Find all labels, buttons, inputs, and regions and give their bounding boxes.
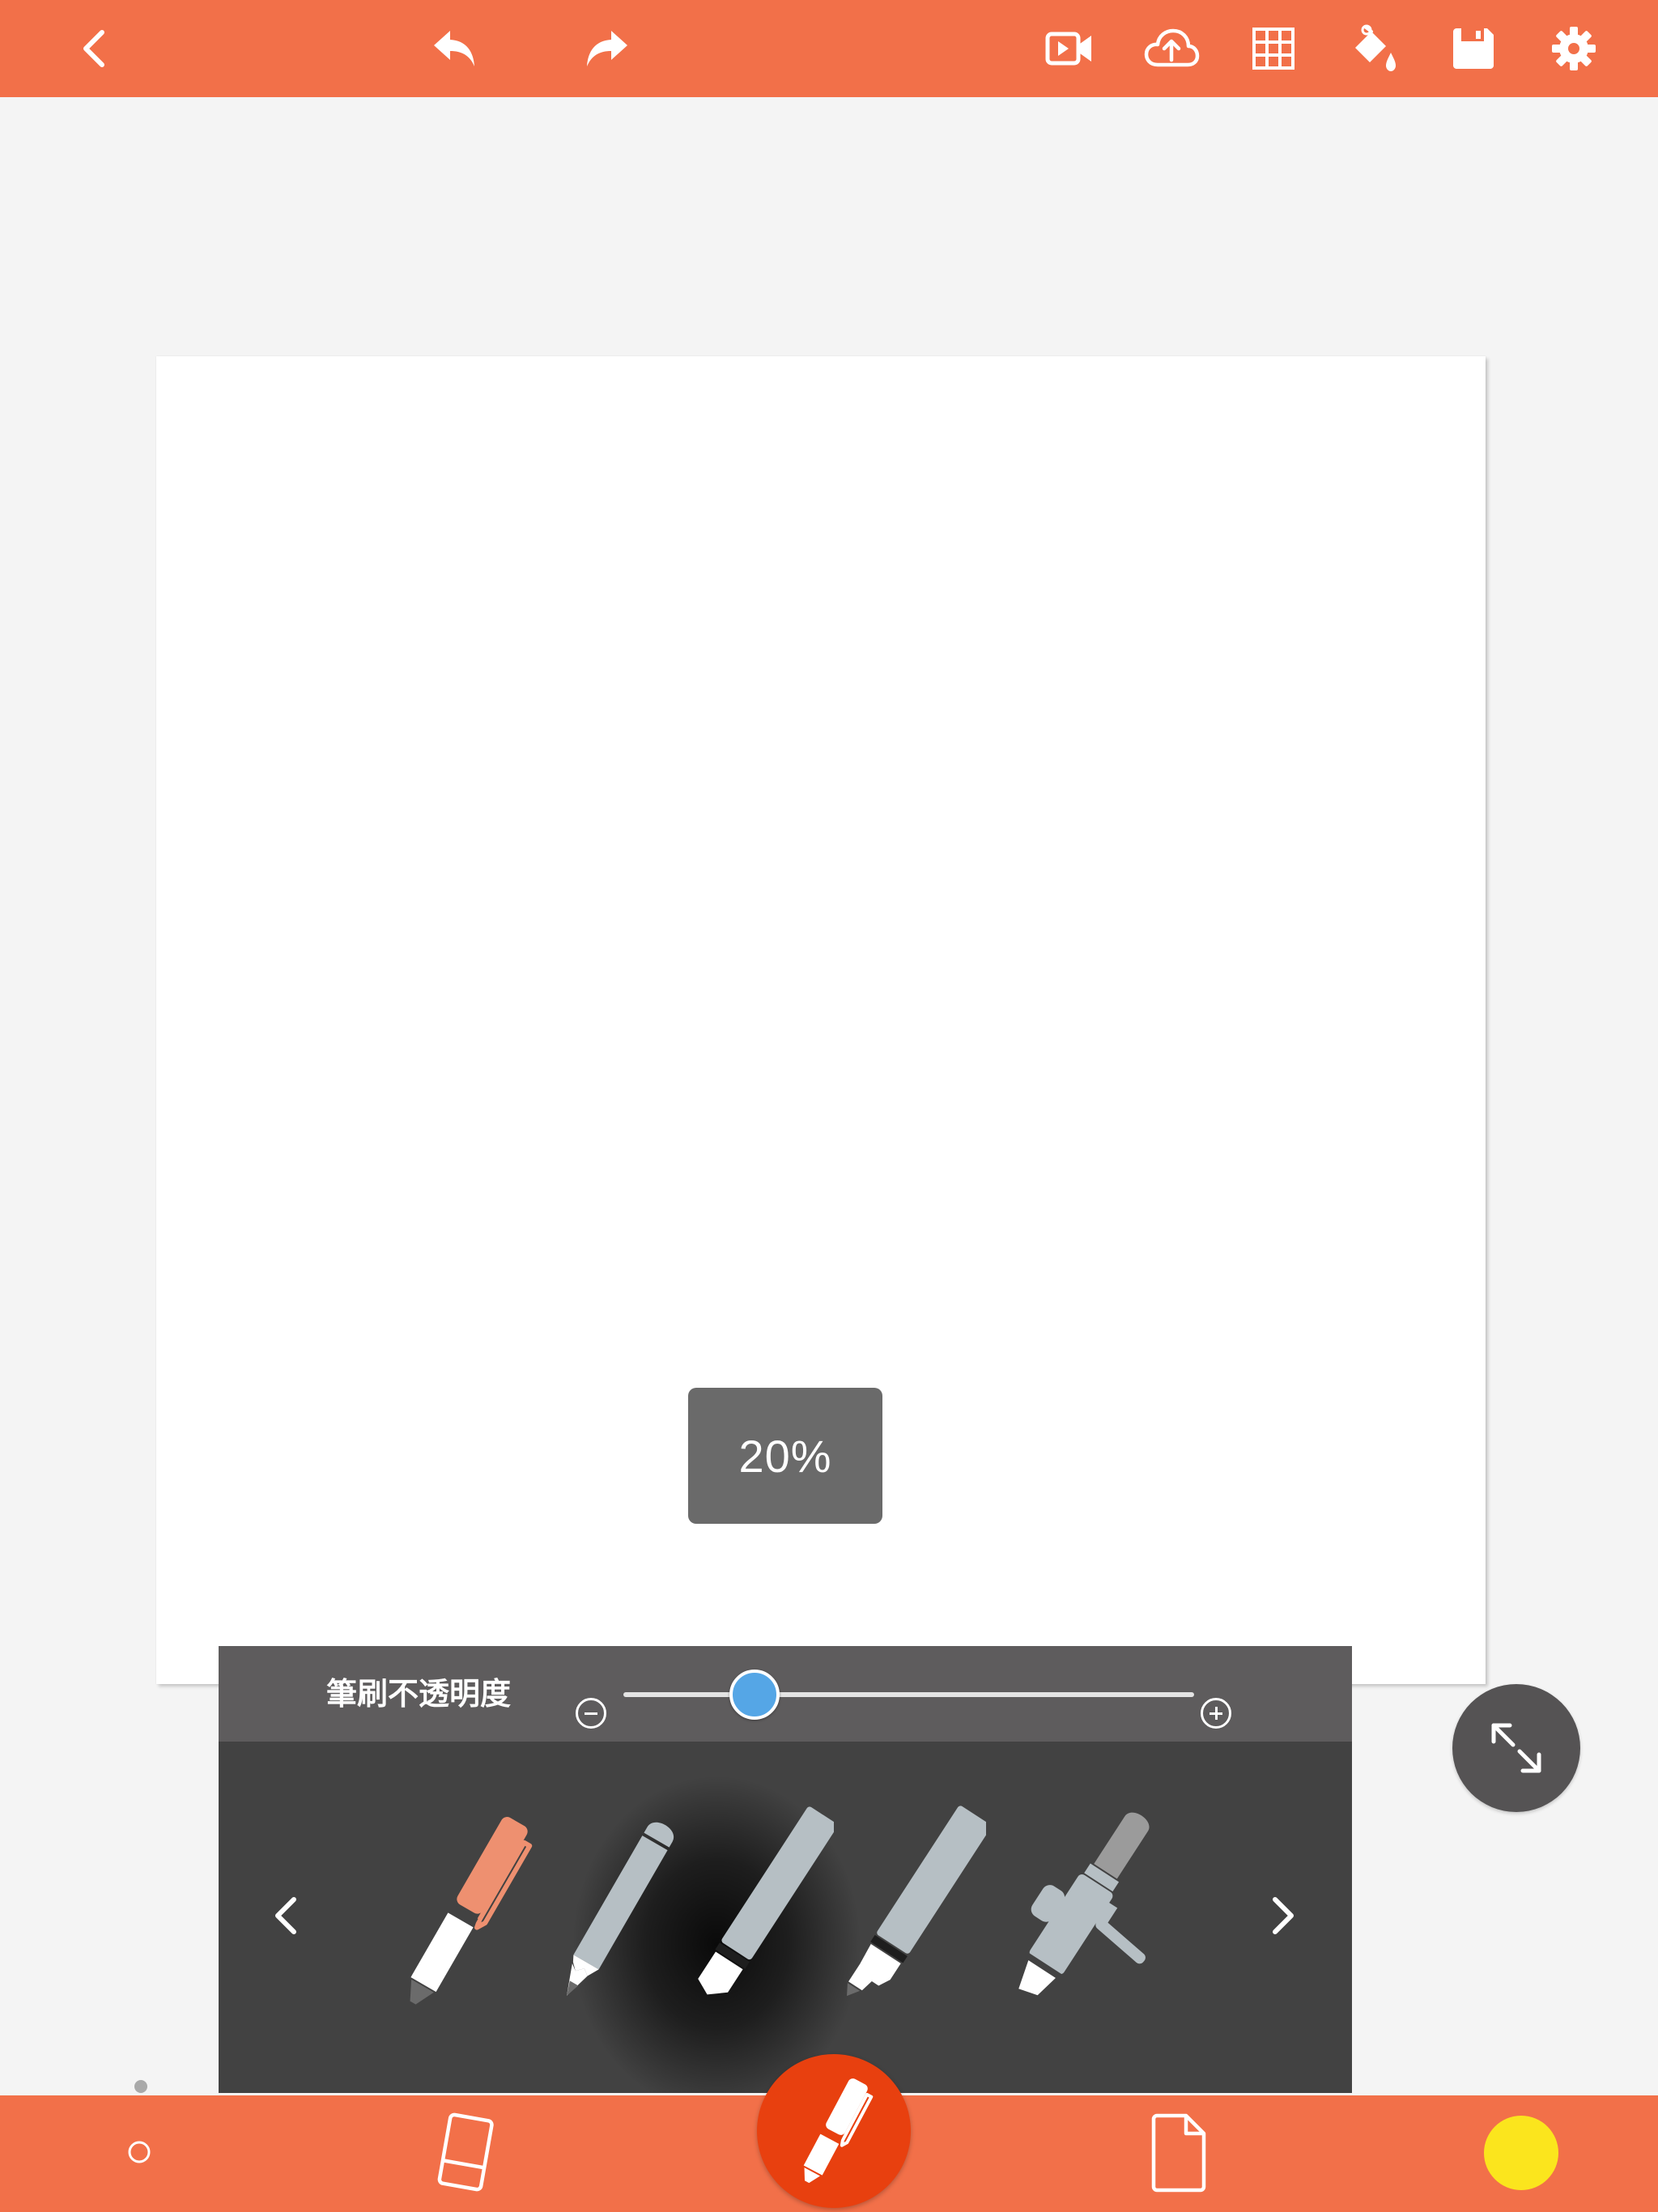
airbrush-icon [1018, 1812, 1150, 1996]
marker-icon [698, 1806, 834, 1995]
highlighter-icon [847, 1806, 986, 1997]
tools-next-button[interactable] [1255, 1887, 1312, 1944]
video-record-icon [1045, 32, 1091, 66]
chevron-left-icon [275, 1897, 296, 1934]
tools-prev-button[interactable] [257, 1887, 314, 1944]
tool-pen[interactable] [393, 1790, 538, 2033]
paint-bucket-icon [1355, 24, 1396, 71]
chevron-left-icon [83, 30, 104, 67]
video-record-button[interactable] [1035, 15, 1103, 83]
minus-circle-icon [578, 1700, 579, 1701]
layers-button[interactable] [1141, 2108, 1214, 2197]
gear-icon [1552, 27, 1596, 70]
paint-bucket-button[interactable] [1340, 15, 1408, 83]
cloud-upload-icon [1144, 28, 1200, 67]
pencil-icon [567, 1822, 674, 1996]
pen-icon [410, 1817, 533, 2005]
chevron-right-icon [1273, 1897, 1294, 1934]
opacity-toast-value: 20% [738, 1430, 832, 1482]
opacity-slider[interactable] [623, 1670, 1194, 1733]
opacity-label: 筆刷不透明度 [326, 1678, 512, 1712]
tool-highlighter[interactable] [840, 1790, 986, 2033]
tool-airbrush[interactable] [1005, 1790, 1151, 2033]
top-toolbar [0, 0, 1658, 97]
cloud-upload-button[interactable] [1137, 15, 1205, 83]
page-icon [1151, 2113, 1206, 2193]
eraser-icon [437, 2112, 494, 2192]
tool-pencil[interactable] [542, 1790, 688, 2033]
current-color-swatch[interactable] [1484, 2116, 1558, 2190]
grid-icon [1252, 28, 1295, 70]
brush-tools-carousel [219, 1742, 1352, 2093]
slider-thumb[interactable] [729, 1670, 780, 1720]
eraser-button[interactable] [429, 2108, 502, 2197]
page-indicator-dot [134, 2080, 147, 2093]
plus-circle-icon [1203, 1700, 1204, 1701]
tool-marker[interactable] [688, 1790, 834, 2033]
opacity-increase-button[interactable] [1201, 1698, 1231, 1729]
pen-icon [803, 2078, 874, 2184]
back-button[interactable] [60, 15, 128, 83]
undo-icon [434, 31, 474, 66]
brush-size-dot-icon [128, 2141, 151, 2163]
opacity-header: 筆刷不透明度 [219, 1646, 1352, 1742]
slider-track [623, 1692, 1194, 1697]
grid-button[interactable] [1239, 15, 1307, 83]
undo-button[interactable] [421, 15, 489, 83]
opacity-toast: 20% [688, 1388, 882, 1524]
floppy-disk-icon [1453, 28, 1494, 69]
expand-arrows-icon [1491, 1723, 1541, 1773]
settings-button[interactable] [1540, 15, 1608, 83]
brush-panel: 筆刷不透明度 [219, 1646, 1352, 2093]
redo-icon [587, 31, 627, 66]
active-tool-button[interactable] [757, 2054, 911, 2208]
brush-size-button[interactable] [115, 2120, 164, 2184]
save-button[interactable] [1439, 15, 1507, 83]
redo-button[interactable] [572, 15, 640, 83]
opacity-decrease-button[interactable] [576, 1698, 606, 1729]
fullscreen-button[interactable] [1452, 1684, 1580, 1812]
